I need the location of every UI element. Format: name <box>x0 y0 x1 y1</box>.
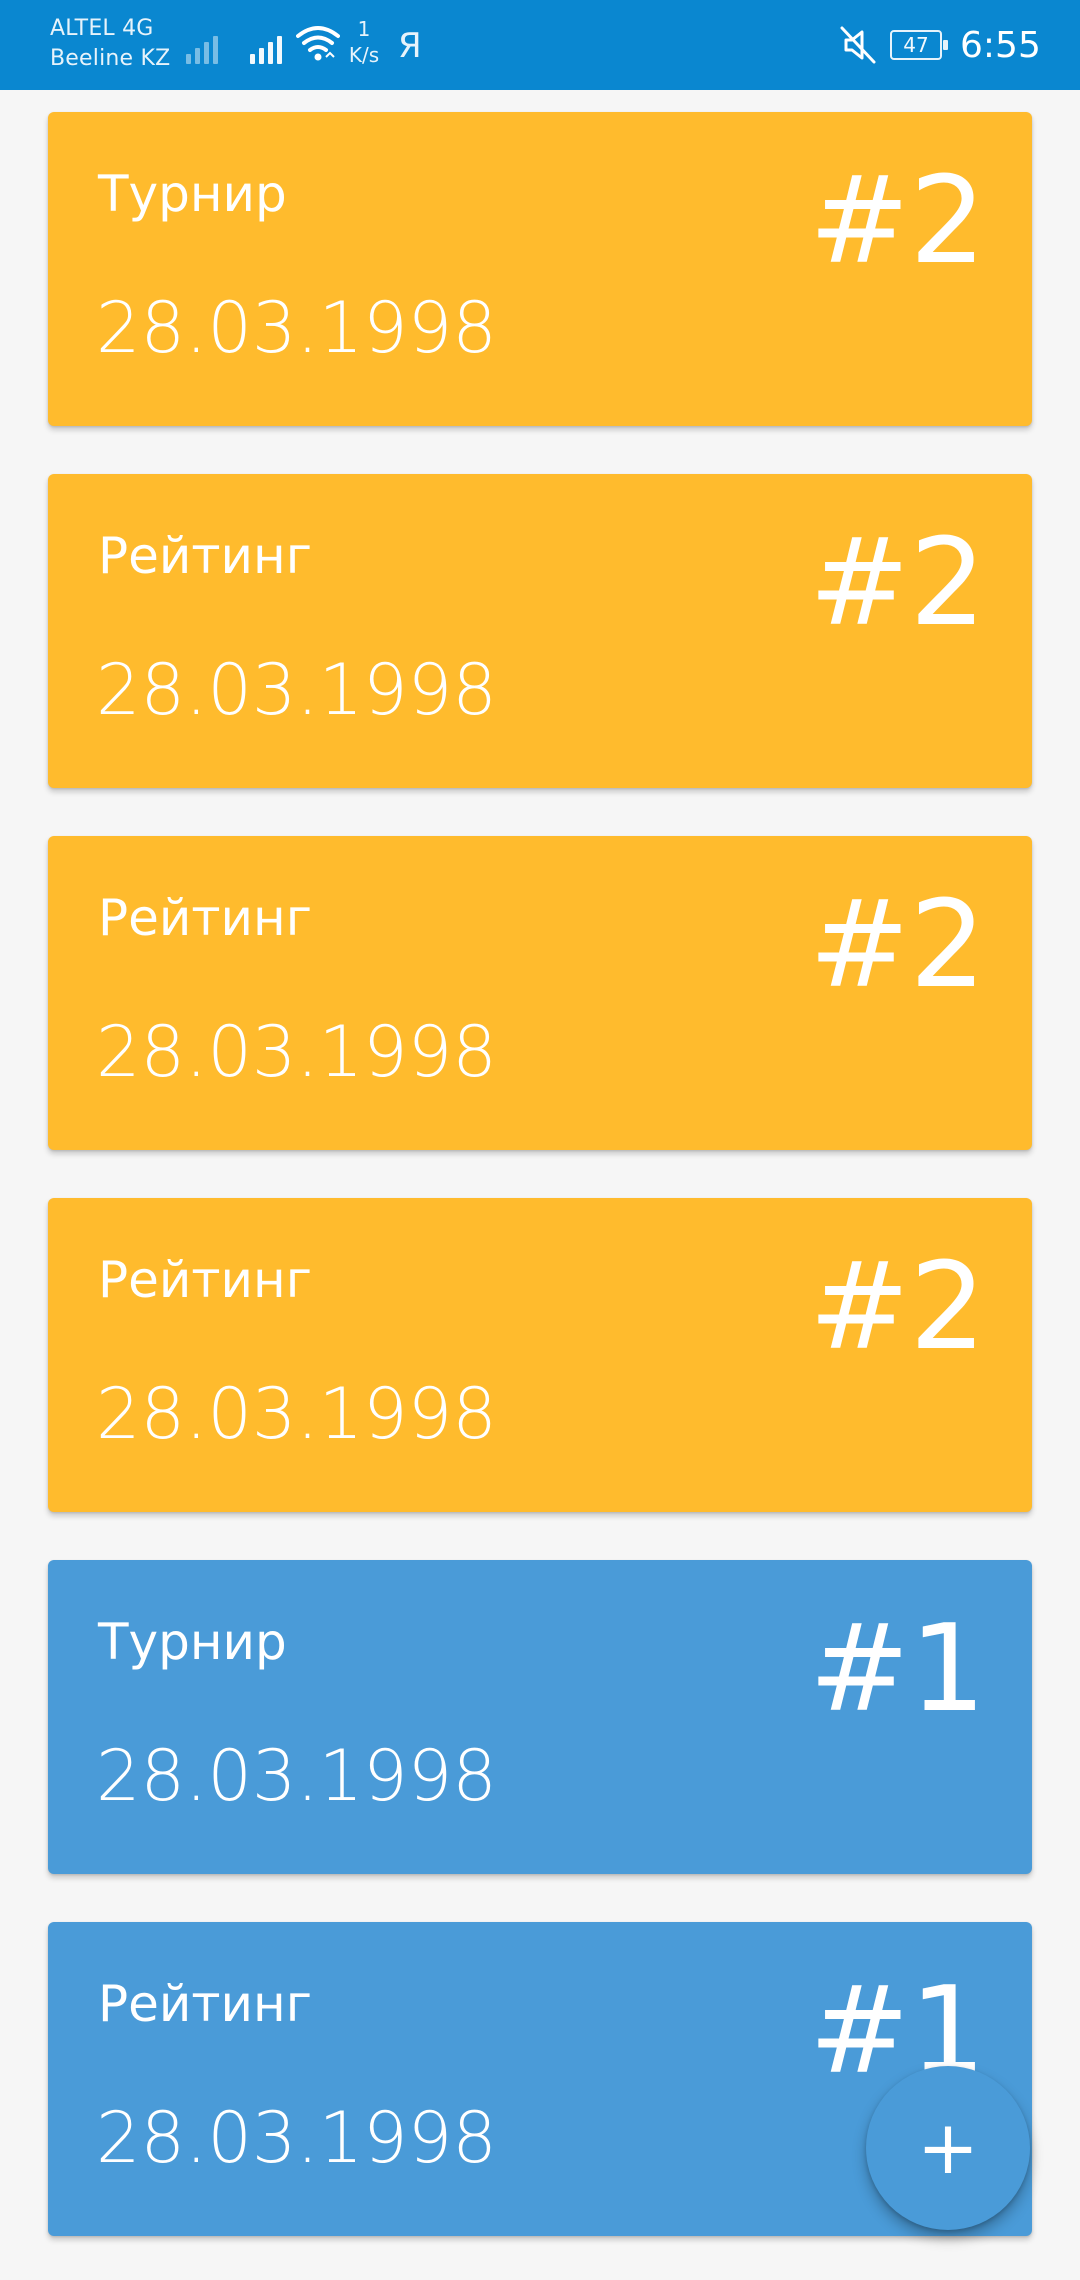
list-item-card[interactable]: Рейтинг 28.03.1998 #2 <box>48 1198 1032 1512</box>
add-button[interactable]: + <box>866 2066 1030 2230</box>
app-notification-letter: Я <box>398 26 422 66</box>
battery-icon: 47 <box>890 30 948 60</box>
card-type-label: Турнир <box>98 1613 287 1671</box>
card-rank: #2 <box>809 152 986 291</box>
card-date: 28.03.1998 <box>96 1735 497 1817</box>
card-type-label: Рейтинг <box>98 527 312 585</box>
carrier-secondary: Beeline KZ <box>50 46 171 71</box>
card-type-label: Рейтинг <box>98 1975 312 2033</box>
card-date: 28.03.1998 <box>96 1011 497 1093</box>
signal-sim1-icon <box>186 26 218 64</box>
carrier-info: ALTEL 4G Beeline KZ <box>50 14 170 74</box>
mute-icon <box>838 24 878 70</box>
carrier-primary: ALTEL 4G <box>50 16 154 41</box>
status-bar: ALTEL 4G Beeline KZ 1 K/s Я 47 6:55 <box>0 0 1080 90</box>
card-rank: #2 <box>809 876 986 1015</box>
card-rank: #2 <box>809 514 986 653</box>
card-date: 28.03.1998 <box>96 1373 497 1455</box>
wifi-icon <box>296 24 340 68</box>
card-date: 28.03.1998 <box>96 649 497 731</box>
card-type-label: Турнир <box>98 165 287 223</box>
list-item-card[interactable]: Турнир 28.03.1998 #2 <box>48 112 1032 426</box>
card-date: 28.03.1998 <box>96 2097 497 2179</box>
list-item-card[interactable]: Турнир 28.03.1998 #1 <box>48 1560 1032 1874</box>
card-date: 28.03.1998 <box>96 287 497 369</box>
card-type-label: Рейтинг <box>98 1251 312 1309</box>
clock: 6:55 <box>960 25 1041 66</box>
plus-icon: + <box>916 2105 979 2191</box>
battery-level: 47 <box>903 33 929 57</box>
network-speed: 1 K/s <box>344 16 384 68</box>
card-type-label: Рейтинг <box>98 889 312 947</box>
list-item-card[interactable]: Рейтинг 28.03.1998 #2 <box>48 836 1032 1150</box>
network-speed-unit: K/s <box>348 43 380 67</box>
list-item-card[interactable]: Рейтинг 28.03.1998 #2 <box>48 474 1032 788</box>
network-speed-value: 1 <box>357 17 371 41</box>
card-rank: #2 <box>809 1238 986 1377</box>
signal-sim2-icon <box>250 26 282 64</box>
card-rank: #1 <box>809 1600 986 1739</box>
